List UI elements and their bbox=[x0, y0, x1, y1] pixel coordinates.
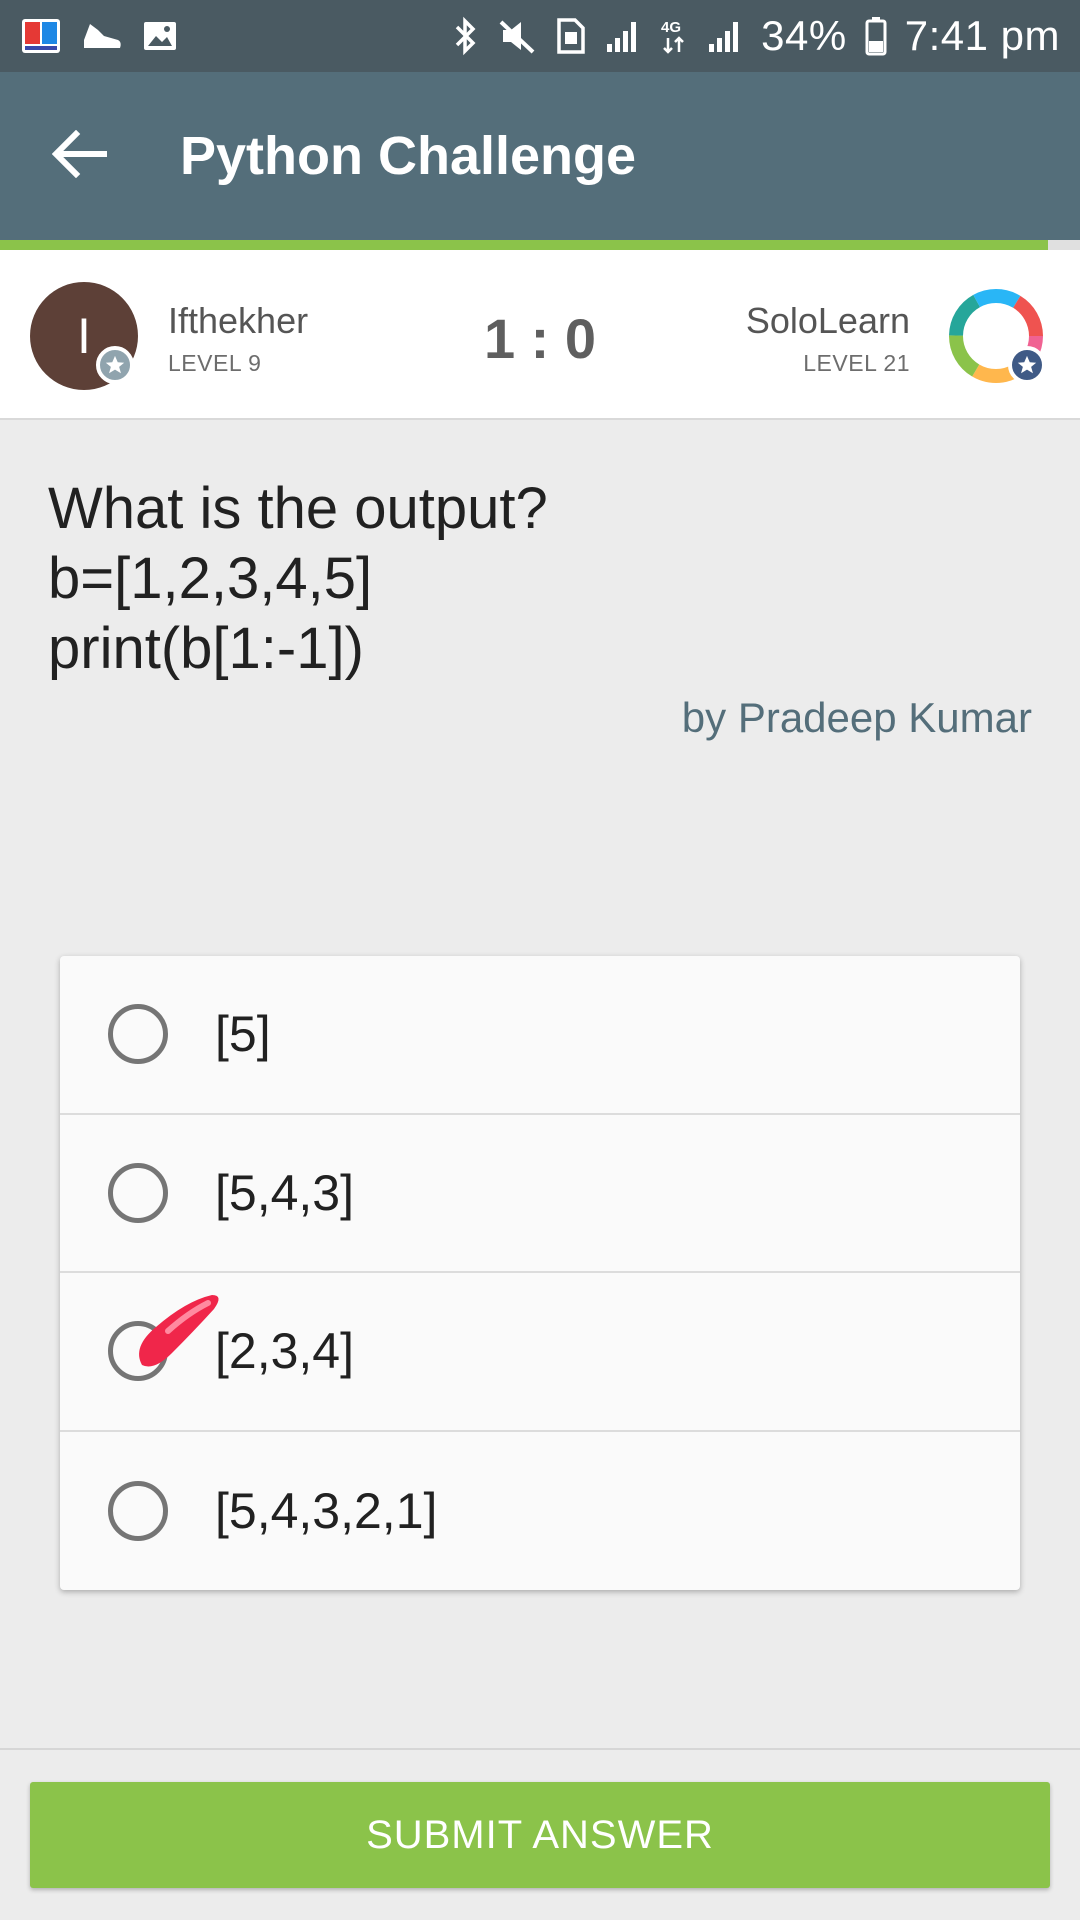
player-name-right[interactable]: SoloLearn bbox=[746, 300, 910, 342]
players-panel: I Ifthekher LEVEL 9 1 : 0 SoloLearn LEVE… bbox=[0, 250, 1080, 420]
divider bbox=[0, 1748, 1080, 1750]
answer-options: [5] [5,4,3] [2,3,4] [5,4,3,2,1] bbox=[60, 956, 1020, 1590]
page-title: Python Challenge bbox=[180, 126, 637, 186]
player-level-right: LEVEL 21 bbox=[803, 350, 910, 376]
shoe-icon bbox=[80, 18, 124, 54]
challenge-progress-fill bbox=[0, 240, 1048, 250]
sim-icon bbox=[555, 16, 587, 56]
challenge-progress-bar bbox=[0, 240, 1080, 250]
status-right-icons: 4G 34% 7:41 pm bbox=[451, 12, 1060, 60]
dictionary-app-icon bbox=[20, 15, 62, 57]
selection-mark-icon bbox=[128, 1291, 224, 1386]
signal-icon bbox=[707, 18, 743, 54]
question-line: What is the output? bbox=[48, 476, 548, 541]
image-icon bbox=[142, 18, 178, 54]
radio-button[interactable] bbox=[108, 1004, 168, 1065]
question-author[interactable]: by Pradeep Kumar bbox=[682, 694, 1032, 742]
question-text: What is the output? b=[1,2,3,4,5] print(… bbox=[48, 474, 1038, 684]
answer-label: [5] bbox=[215, 1006, 271, 1063]
arrow-back-icon bbox=[51, 129, 108, 183]
answer-label: [5,4,3] bbox=[215, 1164, 354, 1221]
radio-button[interactable] bbox=[108, 1480, 168, 1541]
battery-percent: 34% bbox=[761, 12, 847, 59]
answer-option[interactable]: [5,4,3,2,1] bbox=[60, 1432, 1020, 1591]
app-bar: Python Challenge bbox=[0, 72, 1080, 240]
score: 1 : 0 bbox=[483, 307, 597, 370]
status-left-icons bbox=[20, 15, 178, 57]
mute-icon bbox=[497, 16, 537, 56]
bluetooth-icon bbox=[451, 16, 479, 56]
answer-option[interactable]: [5] bbox=[60, 956, 1020, 1115]
question-line: print(b[1:-1]) bbox=[48, 616, 364, 681]
answer-label: [2,3,4] bbox=[215, 1323, 354, 1380]
signal-icon bbox=[605, 18, 641, 54]
battery-icon bbox=[865, 16, 887, 56]
status-bar: 4G 34% 7:41 pm bbox=[0, 0, 1080, 72]
answer-option[interactable]: [5,4,3] bbox=[60, 1115, 1020, 1273]
answer-label: [5,4,3,2,1] bbox=[215, 1482, 438, 1539]
submit-answer-button[interactable]: SUBMIT ANSWER bbox=[30, 1782, 1050, 1888]
answer-option[interactable]: [2,3,4] bbox=[60, 1273, 1020, 1432]
4g-icon: 4G bbox=[659, 16, 689, 56]
clock: 7:41 pm bbox=[904, 12, 1060, 59]
back-button[interactable] bbox=[0, 72, 160, 240]
star-badge-icon bbox=[1008, 346, 1046, 384]
svg-text:4G: 4G bbox=[661, 19, 681, 36]
question-line: b=[1,2,3,4,5] bbox=[48, 546, 373, 611]
radio-button[interactable] bbox=[108, 1162, 168, 1223]
